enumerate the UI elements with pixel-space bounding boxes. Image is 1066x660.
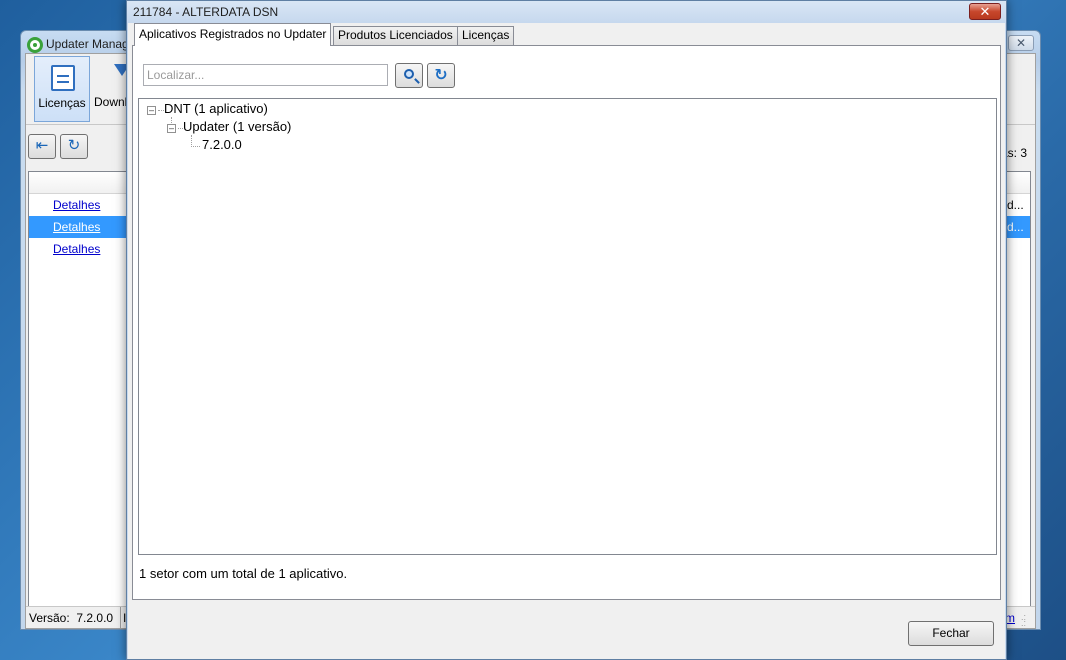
version-status: Versão: 7.2.0.0 [29,607,113,629]
window-title: Updater Manag [46,37,129,51]
licencas-ribbon-button[interactable]: Licenças [34,56,90,122]
tab-produtos-licenciados[interactable]: Produtos Licenciados [333,26,458,45]
search-input[interactable] [143,64,388,86]
licencas-label: Licenças [38,96,86,110]
refresh-icon: ↻ [434,67,448,84]
refresh-button[interactable]: ↻ [60,134,88,159]
close-button[interactable]: ✕ [1008,35,1034,51]
app-icon [27,37,43,53]
tree-line [191,146,200,147]
table-row[interactable]: Detalhes [29,238,127,260]
detalhes-link[interactable]: Detalhes [53,220,100,234]
dialog-close-button[interactable]: ✕ [969,3,1001,20]
dialog-title: 211784 - ALTERDATA DSN [133,5,279,19]
table-row[interactable]: Detalhes [29,194,127,216]
download-label: Downl [94,95,128,109]
back-icon: ⇤ [35,137,49,154]
version-value: 7.2.0.0 [76,611,114,625]
grid-right-column: d... d... [1003,171,1031,623]
document-icon [51,65,75,91]
dialog-client: Aplicativos Registrados no Updater Produ… [128,23,1005,659]
table-cell[interactable]: d... [1004,216,1030,238]
fechar-button[interactable]: Fechar [908,621,994,646]
tree-node-updater[interactable]: Updater (1 versão) [183,119,291,134]
table-row[interactable]: Detalhes [29,216,127,238]
tab-aplicativos[interactable]: Aplicativos Registrados no Updater [134,23,332,46]
summary-text: 1 setor com um total de 1 aplicativo. [139,566,348,581]
tree-node-version[interactable]: 7.2.0.0 [202,137,242,152]
collapse-icon[interactable]: – [147,106,156,115]
search-icon [404,69,414,79]
data-grid: Detalhes Detalhes Detalhes [28,171,128,623]
detalhes-link[interactable]: Detalhes [53,198,100,212]
tree-node-dnt[interactable]: DNT (1 aplicativo) [164,101,268,116]
table-cell[interactable]: d... [1004,194,1030,216]
grid-header [29,172,127,194]
tab-licencas[interactable]: Licenças [457,26,515,45]
grid-header [1004,172,1030,194]
back-button[interactable]: ⇤ [28,134,56,159]
collapse-icon[interactable]: – [167,124,176,133]
refresh-button[interactable]: ↻ [427,63,455,88]
refresh-icon: ↻ [67,137,81,154]
tab-page: ↻ – DNT (1 aplicativo) – Updater (1 vers… [132,45,1001,600]
detalhes-link[interactable]: Detalhes [53,242,100,256]
version-label: Versão: [29,611,70,625]
resize-grip-icon[interactable]: .:.: [1021,613,1033,628]
alterdata-dialog: 211784 - ALTERDATA DSN ✕ Aplicativos Reg… [126,0,1007,660]
application-tree[interactable]: – DNT (1 aplicativo) – Updater (1 versão… [138,98,997,555]
search-button[interactable] [395,63,423,88]
